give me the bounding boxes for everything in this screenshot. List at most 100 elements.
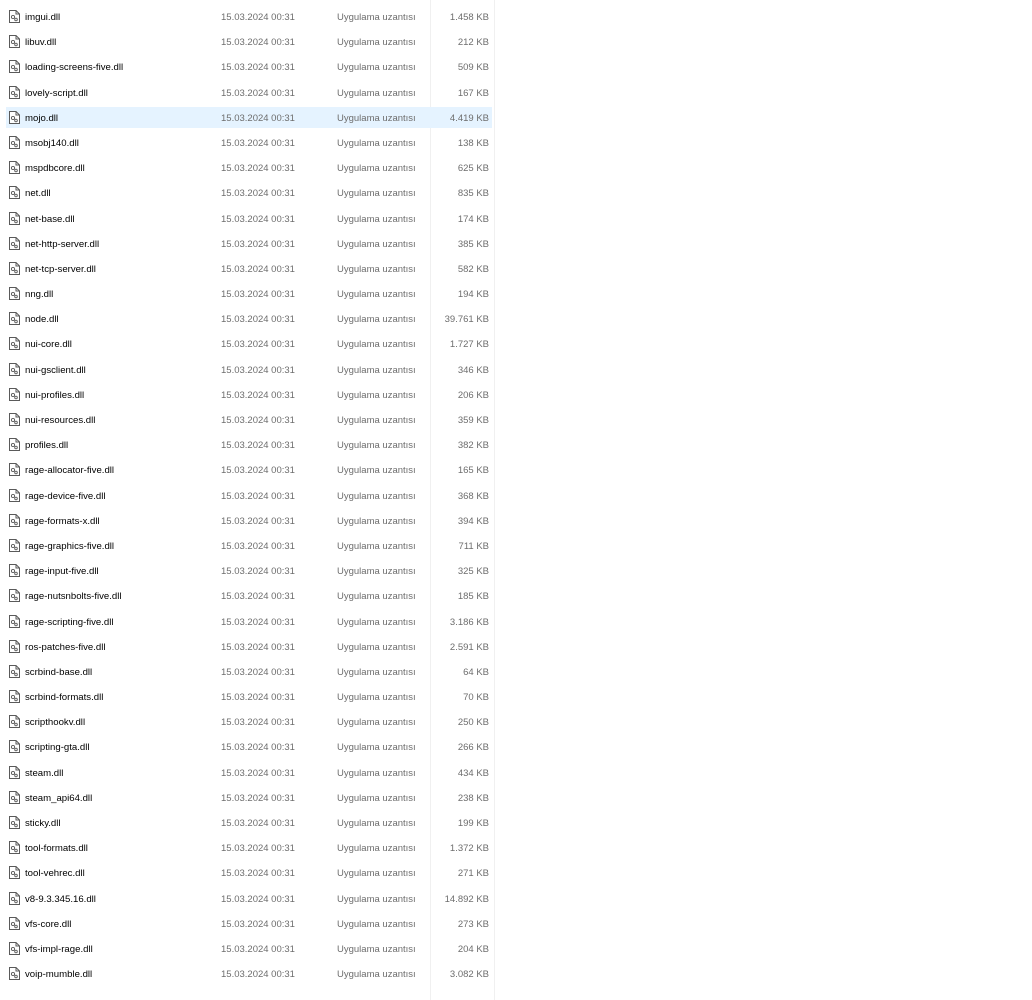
dll-file-icon [9,962,21,987]
file-name: voip-mumble.dll [25,969,93,981]
file-date-modified: 15.03.2024 00:31 [221,12,295,23]
file-date-modified: 15.03.2024 00:31 [221,188,295,200]
file-type: Uygulama uzantısı [337,415,416,426]
file-row[interactable]: tool-vehrec.dll 15.03.2024 00:31 Uygulam… [0,861,492,886]
dll-file-icon [9,5,21,30]
dll-file-icon [9,458,21,483]
file-size: 266 KB [457,742,489,754]
dll-file-icon [9,685,21,710]
file-size: 199 KB [457,818,489,829]
file-row[interactable]: loading-screens-five.dll 15.03.2024 00:3… [0,55,492,80]
file-row[interactable]: net-base.dll 15.03.2024 00:31 Uygulama u… [0,207,492,232]
file-date-modified: 15.03.2024 00:31 [221,289,295,301]
file-row[interactable]: nui-profiles.dll 15.03.2024 00:31 Uygula… [0,383,492,408]
file-name: msobj140.dll [25,137,79,149]
file-name: tool-vehrec.dll [25,868,85,880]
file-list: imgui.dll 15.03.2024 00:31 Uygulama uzan… [0,5,500,987]
file-name: rage-graphics-five.dll [25,540,115,552]
file-size: 385 KB [457,238,489,250]
file-row[interactable]: profiles.dll 15.03.2024 00:31 Uygulama u… [0,433,492,458]
file-date-modified: 15.03.2024 00:31 [221,566,295,578]
file-type: Uygulama uzantısı [337,87,416,99]
file-date-modified: 15.03.2024 00:31 [221,692,295,704]
dll-file-icon [9,383,21,408]
dll-file-icon [9,181,21,206]
file-size: 711 KB [458,540,489,552]
file-type: Uygulama uzantısı [337,490,416,502]
file-type: Uygulama uzantısı [337,389,416,401]
file-row[interactable]: vfs-impl-rage.dll 15.03.2024 00:31 Uygul… [0,937,492,962]
file-row[interactable]: nng.dll 15.03.2024 00:31 Uygulama uzantı… [0,282,492,307]
file-name: net-http-server.dll [25,238,100,250]
file-row[interactable]: net-tcp-server.dll 15.03.2024 00:31 Uygu… [0,257,492,282]
file-name: profiles.dll [25,440,69,452]
file-row[interactable]: scrbind-formats.dll 15.03.2024 00:31 Uyg… [0,685,492,710]
file-row[interactable]: rage-graphics-five.dll 15.03.2024 00:31 … [0,534,492,559]
file-date-modified: 15.03.2024 00:31 [221,515,295,527]
file-row[interactable]: libuv.dll 15.03.2024 00:31 Uygulama uzan… [0,30,492,55]
file-row[interactable]: net-http-server.dll 15.03.2024 00:31 Uyg… [0,232,492,257]
file-row[interactable]: mojo.dll 15.03.2024 00:31 Uygulama uzant… [0,106,492,131]
file-type: Uygulama uzantısı [337,792,416,804]
file-row[interactable]: nui-core.dll 15.03.2024 00:31 Uygulama u… [0,332,492,357]
file-row[interactable]: scripthookv.dll 15.03.2024 00:31 Uygulam… [0,710,492,735]
file-row[interactable]: lovely-script.dll 15.03.2024 00:31 Uygul… [0,81,492,106]
file-row[interactable]: vfs-core.dll 15.03.2024 00:31 Uygulama u… [0,912,492,937]
file-size: 382 KB [457,440,489,452]
file-type: Uygulama uzantısı [337,238,416,250]
file-row[interactable]: scrbind-base.dll 15.03.2024 00:31 Uygula… [0,660,492,685]
file-date-modified: 15.03.2024 00:31 [221,62,295,74]
file-date-modified: 15.03.2024 00:31 [221,263,295,275]
file-name: rage-allocator-five.dll [25,465,115,477]
file-name: nui-resources.dll [25,415,96,426]
file-date-modified: 15.03.2024 00:31 [221,389,295,401]
file-row[interactable]: voip-mumble.dll 15.03.2024 00:31 Uygulam… [0,962,492,987]
file-row[interactable]: rage-device-five.dll 15.03.2024 00:31 Uy… [0,484,492,509]
file-row[interactable]: mspdbcore.dll 15.03.2024 00:31 Uygulama … [0,156,492,181]
file-row[interactable]: sticky.dll 15.03.2024 00:31 Uygulama uza… [0,811,492,836]
file-row[interactable]: net.dll 15.03.2024 00:31 Uygulama uzantı… [0,181,492,206]
file-name: scripting-gta.dll [25,742,90,754]
file-row[interactable]: scripting-gta.dll 15.03.2024 00:31 Uygul… [0,735,492,760]
file-row[interactable]: nui-gsclient.dll 15.03.2024 00:31 Uygula… [0,358,492,383]
file-date-modified: 15.03.2024 00:31 [221,87,295,99]
file-type: Uygulama uzantısı [337,12,416,23]
file-name: lovely-script.dll [25,87,88,99]
file-type: Uygulama uzantısı [337,540,416,552]
file-size: 174 KB [457,213,489,225]
file-row[interactable]: v8-9.3.345.16.dll 15.03.2024 00:31 Uygul… [0,887,492,912]
file-row[interactable]: msobj140.dll 15.03.2024 00:31 Uygulama u… [0,131,492,156]
file-row[interactable]: rage-scripting-five.dll 15.03.2024 00:31… [0,610,492,635]
file-row[interactable]: steam_api64.dll 15.03.2024 00:31 Uygulam… [0,786,492,811]
file-row[interactable]: imgui.dll 15.03.2024 00:31 Uygulama uzan… [0,5,492,30]
file-row[interactable]: tool-formats.dll 15.03.2024 00:31 Uygula… [0,836,492,861]
file-row[interactable]: rage-formats-x.dll 15.03.2024 00:31 Uygu… [0,509,492,534]
dll-file-icon [9,207,21,232]
dll-file-icon [9,937,21,962]
file-row[interactable]: ros-patches-five.dll 15.03.2024 00:31 Uy… [0,635,492,660]
file-row[interactable]: node.dll 15.03.2024 00:31 Uygulama uzant… [0,307,492,332]
file-type: Uygulama uzantısı [337,566,416,578]
file-date-modified: 15.03.2024 00:31 [221,137,295,149]
file-size: 273 KB [457,918,489,930]
file-name: mojo.dll [25,112,59,124]
file-date-modified: 15.03.2024 00:31 [221,163,295,175]
file-row[interactable]: nui-resources.dll 15.03.2024 00:31 Uygul… [0,408,492,433]
file-size: 1.727 KB [449,339,489,351]
file-date-modified: 15.03.2024 00:31 [221,918,295,930]
file-size: 14.892 KB [444,893,489,905]
file-name: scrbind-base.dll [25,666,93,678]
file-type: Uygulama uzantısı [337,767,416,779]
file-row[interactable]: rage-nutsnbolts-five.dll 15.03.2024 00:3… [0,584,492,609]
file-name: rage-formats-x.dll [25,515,100,527]
file-size: 434 KB [457,767,489,779]
file-row[interactable]: rage-allocator-five.dll 15.03.2024 00:31… [0,458,492,483]
file-size: 368 KB [457,490,489,502]
file-name: v8-9.3.345.16.dll [25,893,96,905]
file-type: Uygulama uzantısı [337,163,416,175]
file-date-modified: 15.03.2024 00:31 [221,37,295,49]
file-name: net.dll [25,188,51,200]
file-row[interactable]: steam.dll 15.03.2024 00:31 Uygulama uzan… [0,761,492,786]
file-name: ros-patches-five.dll [25,641,106,653]
file-row[interactable]: rage-input-five.dll 15.03.2024 00:31 Uyg… [0,559,492,584]
